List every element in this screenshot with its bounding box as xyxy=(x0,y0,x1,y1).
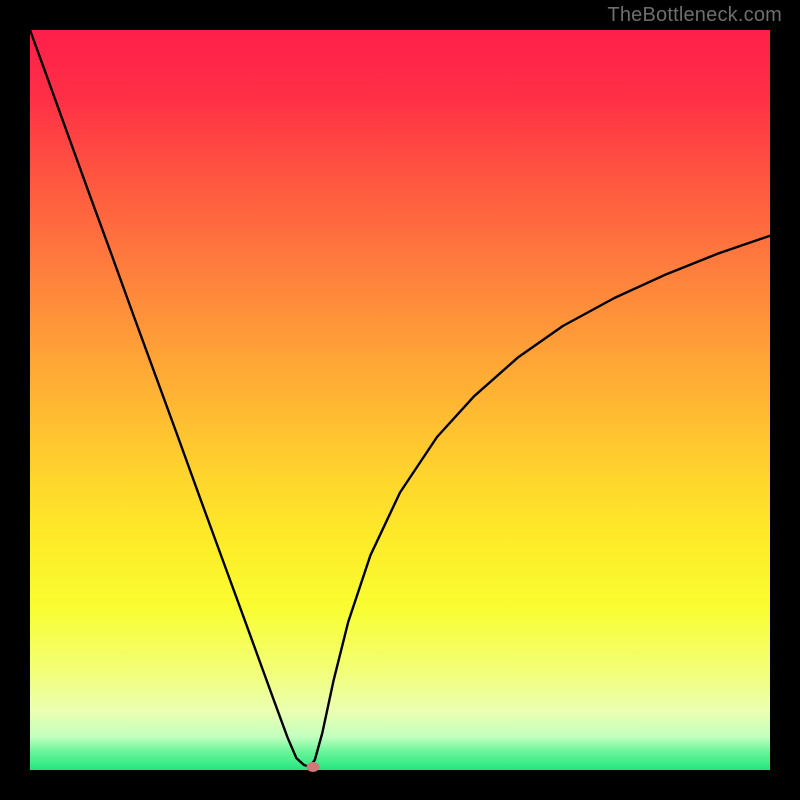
optimal-point-marker xyxy=(307,762,320,772)
chart-frame xyxy=(30,30,770,770)
bottleneck-curve xyxy=(30,30,770,770)
watermark-text: TheBottleneck.com xyxy=(607,4,782,27)
